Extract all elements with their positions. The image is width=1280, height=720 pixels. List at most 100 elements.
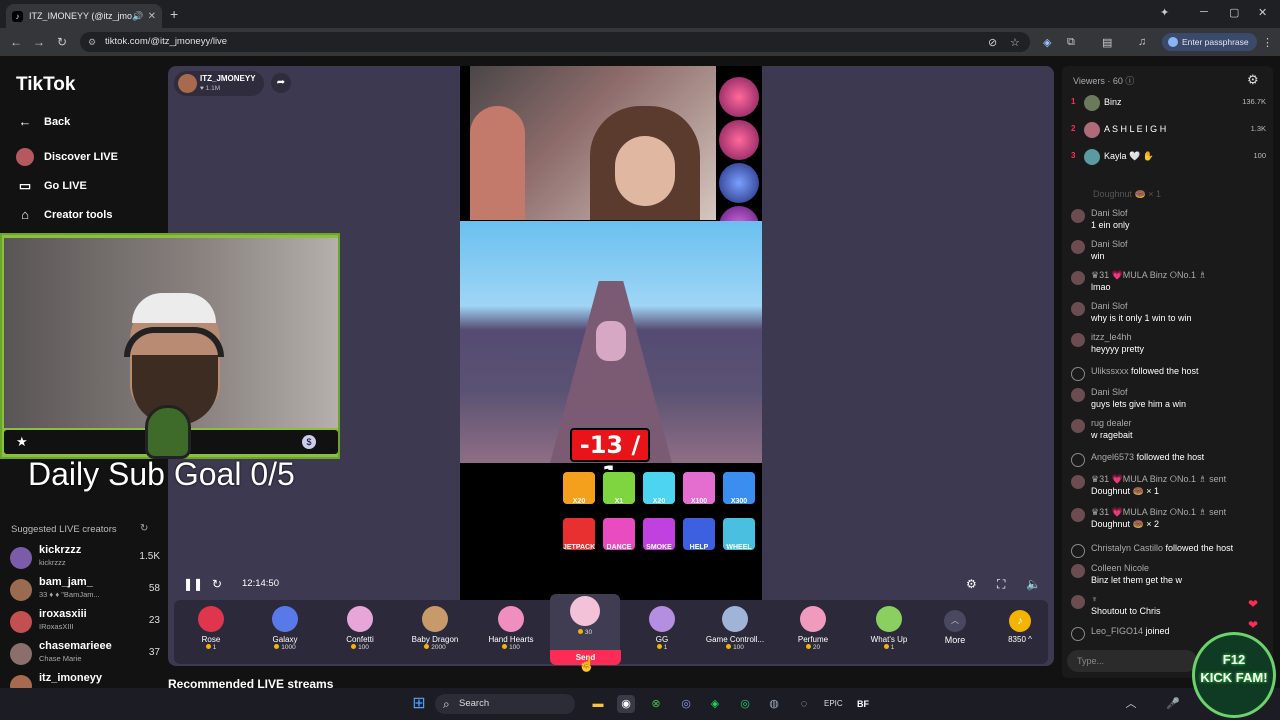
menu-dots-icon[interactable]: ⋮ <box>1262 36 1273 49</box>
host-avatar[interactable] <box>178 74 197 93</box>
microphone-icon[interactable]: 🎤 <box>1164 695 1182 713</box>
maximize-button[interactable]: ▢ <box>1229 6 1239 19</box>
host-card[interactable]: ITZ_JMONEYY ♥ 1.1M <box>174 71 264 96</box>
game-button[interactable]: X1 <box>601 470 637 506</box>
fullscreen-icon[interactable]: ⛶ <box>997 577 1005 592</box>
top-viewer[interactable]: 3 Kayla 🤍 ✋ 100 <box>1071 147 1266 169</box>
bf-app-icon[interactable]: BF <box>854 695 872 713</box>
gift-icon <box>272 606 298 632</box>
guest-camera <box>470 66 716 220</box>
viewer-name: A S H L E I G H <box>1104 124 1167 134</box>
gift-item[interactable]: What's Up 1 <box>854 604 924 662</box>
avatar <box>1084 95 1100 111</box>
game-button[interactable]: SMOKE <box>641 516 677 552</box>
epic-games-icon[interactable]: EPIC <box>824 695 843 713</box>
volume-icon[interactable]: 🔈 <box>1026 577 1041 591</box>
gift-item[interactable]: Confetti 100 <box>325 604 395 662</box>
chat-event-text: followed the host <box>1131 366 1199 376</box>
sidebar-item-label: Back <box>44 116 71 128</box>
tiktok-logo[interactable]: TikTok <box>16 74 75 96</box>
gift-item[interactable]: Game Controll... 100 <box>700 604 770 662</box>
game-button[interactable]: X20 <box>641 470 677 506</box>
game-button[interactable]: JETPACK <box>561 516 597 552</box>
sidebar-item-back[interactable]: ← Back <box>16 113 71 131</box>
viewer-score: 100 <box>1253 151 1266 160</box>
minimize-button[interactable]: ─ <box>1200 6 1208 18</box>
chat-username: Colleen Nicole <box>1091 563 1150 573</box>
game-button[interactable]: X20 <box>561 470 597 506</box>
refresh-icon[interactable]: ↻ <box>212 577 222 591</box>
back-arrow-icon[interactable]: ← <box>10 35 22 49</box>
windows-start-icon[interactable]: ⊞ <box>410 695 428 713</box>
game-button[interactable]: WHEEL <box>721 516 757 552</box>
close-window-button[interactable]: ✕ <box>1258 6 1267 19</box>
game-button[interactable]: X100 <box>681 470 717 506</box>
top-viewer[interactable]: 2 A S H L E I G H 1.3K <box>1071 120 1266 142</box>
game-buttons: X20 X1 X20 X100 X300 JETPACK DANCE SMOKE HELP WHE… <box>556 470 760 560</box>
game-button[interactable]: HELP <box>681 516 717 552</box>
gear-icon[interactable]: ⚙ <box>1247 72 1259 88</box>
suggested-creator[interactable]: chasemarieee Chase Marie 37 <box>10 640 160 670</box>
browser-tab-bar: ♪ ITZ_IMONEYY (@itz_jmoneyy) i 🔊 ✕ + ✦ ─… <box>0 0 1280 28</box>
reload-icon[interactable]: ↻ <box>57 35 67 49</box>
extensions-sparkle-icon[interactable]: ✦ <box>1160 6 1169 19</box>
chat-input[interactable]: Type... <box>1067 650 1197 672</box>
camera-off-icon[interactable]: ⊘ <box>988 36 997 49</box>
pause-icon[interactable]: ❚❚ <box>183 577 203 591</box>
game-button[interactable]: DANCE <box>601 516 637 552</box>
gift-name: Game Controll... <box>705 635 765 644</box>
share-icon[interactable]: ➦ <box>271 73 291 93</box>
forward-arrow-icon[interactable]: → <box>33 35 45 49</box>
site-info-icon[interactable]: ⚙ <box>88 32 96 52</box>
steam-icon[interactable]: ◍ <box>765 695 783 713</box>
chat-event-text: joined <box>1145 626 1170 636</box>
new-tab-button[interactable]: + <box>170 6 178 22</box>
coins-button[interactable]: ♪ 8350 ^ <box>998 604 1042 644</box>
avatar <box>10 547 32 569</box>
close-tab-icon[interactable]: ✕ <box>148 11 156 22</box>
gift-item[interactable]: Hand Hearts 100 <box>476 604 546 662</box>
xbox-icon[interactable]: ⊗ <box>647 695 665 713</box>
avatar <box>1084 149 1100 165</box>
gift-item[interactable]: Rose 1 <box>176 604 246 662</box>
more-gifts-button[interactable]: ︿ More <box>940 604 970 645</box>
bookmark-star-icon[interactable]: ☆ <box>1010 36 1020 49</box>
sidebar-icon[interactable]: ▤ <box>1102 36 1112 49</box>
sidebar-item-creator-tools[interactable]: ⌂ Creator tools <box>16 206 112 224</box>
settings-icon[interactable]: ⚙ <box>966 577 977 591</box>
suggested-creator[interactable]: kickrzzz kickrzzz 1.5K <box>10 544 160 574</box>
viewer-count: 1.5K <box>139 551 160 562</box>
game-button[interactable]: X300 <box>721 470 757 506</box>
top-viewer[interactable]: 1 Binz 136.7K <box>1071 93 1266 115</box>
obs-icon[interactable]: ◌ <box>795 695 813 713</box>
creator-name: itz_imoneyy <box>39 672 102 684</box>
url-field[interactable]: ⚙ tiktok.com/@itz_jmoneyy/live <box>80 32 1030 52</box>
refresh-icon[interactable]: ↻ <box>140 523 148 534</box>
chrome-icon[interactable]: ◉ <box>617 695 635 713</box>
gift-item[interactable]: Perfume 20 <box>778 604 848 662</box>
tray-chevron-icon[interactable]: ︿ <box>1122 695 1140 713</box>
puzzle-icon[interactable]: ⧉ <box>1067 36 1075 49</box>
sidebar-item-go-live[interactable]: ▭ Go LIVE <box>16 177 87 195</box>
viewers-title[interactable]: Viewers · 60 ⓘ <box>1073 74 1134 87</box>
gift-item[interactable]: Galaxy 1000 <box>250 604 320 662</box>
suggested-creator[interactable]: bam_jam_ 33 ♦ ♦ "BamJam... 58 <box>10 576 160 606</box>
suggested-creator[interactable]: iroxasxiii IRoxasXIII 23 <box>10 608 160 638</box>
media-icon[interactable]: ♫ <box>1138 36 1146 48</box>
gift-icon <box>570 596 600 626</box>
creator-subtitle: kickrzzz <box>39 558 66 567</box>
passphrase-button[interactable]: Enter passphrase <box>1162 33 1257 51</box>
sidebar-item-discover-live[interactable]: Discover LIVE <box>16 148 118 166</box>
speaker-icon[interactable]: 🔊 <box>132 11 143 22</box>
browser-tab[interactable]: ♪ ITZ_IMONEYY (@itz_jmoneyy) i 🔊 ✕ <box>6 4 162 28</box>
creator-name: bam_jam_ <box>39 576 93 588</box>
spotify-icon[interactable]: ◎ <box>736 695 754 713</box>
gift-item[interactable]: Baby Dragon 2000 <box>400 604 470 662</box>
tab-title: ITZ_IMONEYY (@itz_jmoneyy) i <box>29 11 132 21</box>
gift-item[interactable]: GG 1 <box>627 604 697 662</box>
file-explorer-icon[interactable]: ▬ <box>589 695 607 713</box>
taskbar-search[interactable]: Search <box>435 694 575 714</box>
extension-icon[interactable]: ◈ <box>1043 36 1051 49</box>
app-icon[interactable]: ◈ <box>706 695 724 713</box>
discord-icon[interactable]: ◎ <box>677 695 695 713</box>
